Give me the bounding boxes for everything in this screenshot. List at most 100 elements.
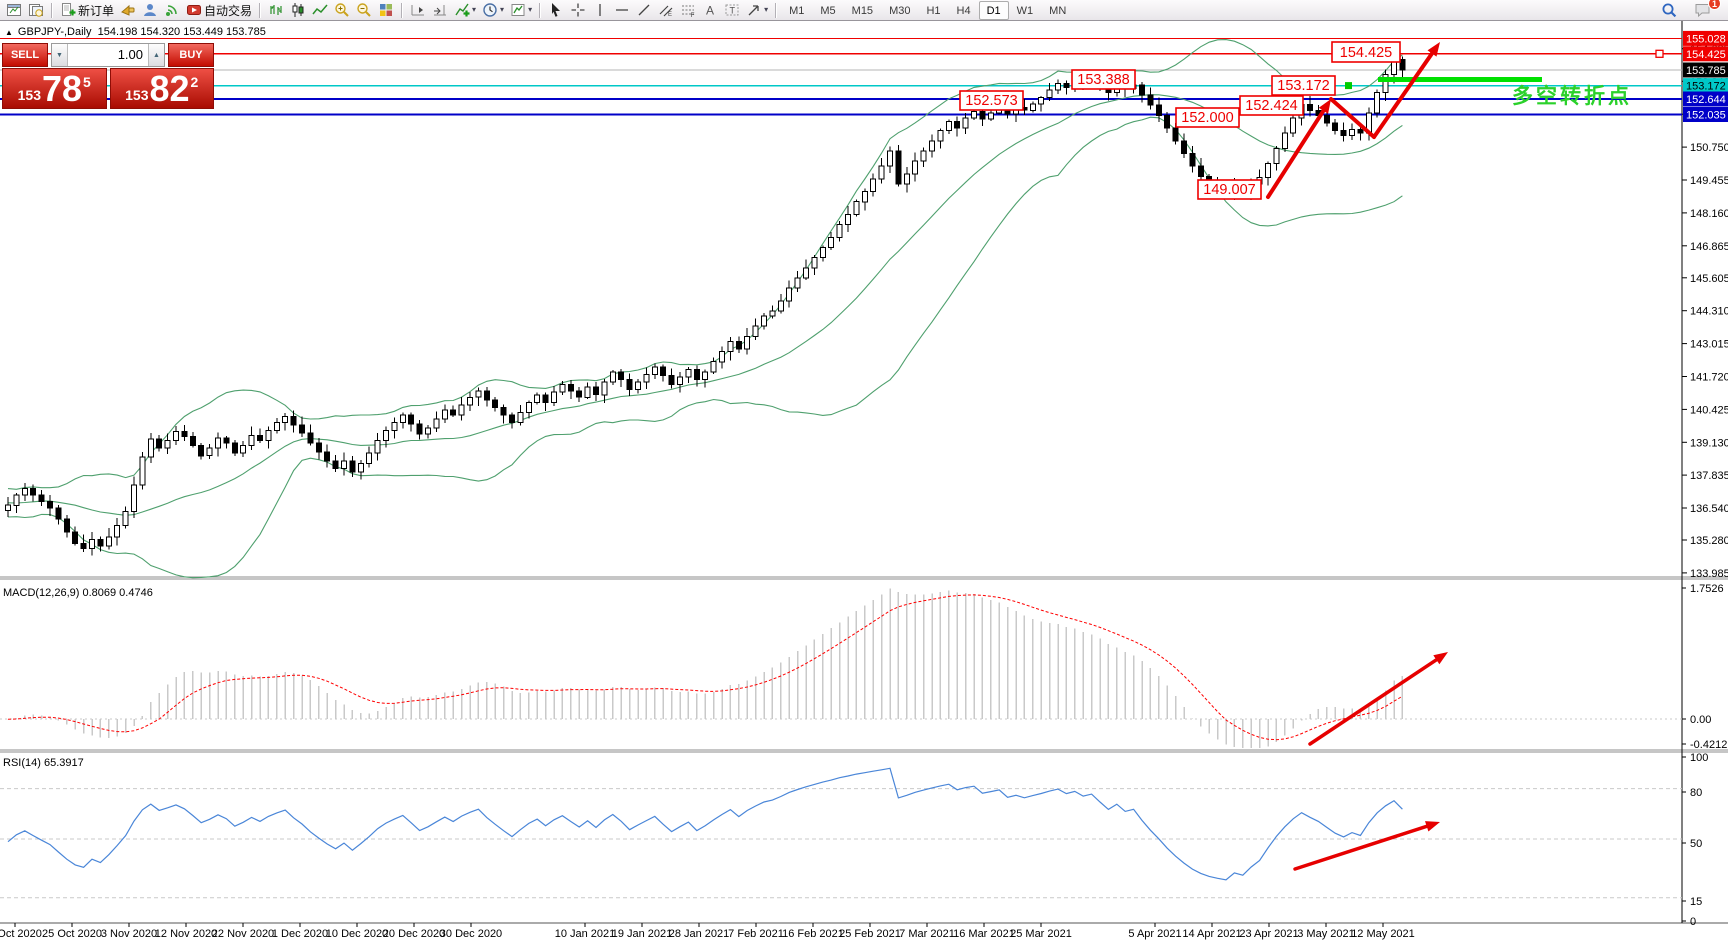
crosshair-icon xyxy=(570,2,586,18)
svg-text:153.785: 153.785 xyxy=(1686,65,1726,77)
timeframe-MN[interactable]: MN xyxy=(1041,1,1074,20)
autotrade-button[interactable]: 自动交易 xyxy=(183,1,255,20)
green-breakout-line[interactable] xyxy=(1378,77,1542,82)
add-indicator-button[interactable]: ▾ xyxy=(451,1,479,20)
zoom-out-icon xyxy=(356,2,372,18)
zoom-in-button[interactable] xyxy=(331,1,353,20)
svg-text:30 Dec 2020: 30 Dec 2020 xyxy=(440,928,502,940)
volume-increase-button[interactable]: ▲ xyxy=(148,44,164,66)
svg-text:25 Feb 2021: 25 Feb 2021 xyxy=(839,928,901,940)
notifications-button[interactable]: 1 xyxy=(1691,1,1715,20)
timeframe-D1[interactable]: D1 xyxy=(979,1,1009,20)
signals-button[interactable] xyxy=(161,1,183,20)
timeframe-W1[interactable]: W1 xyxy=(1009,1,1042,20)
label-tool-button[interactable]: T xyxy=(721,1,743,20)
chart-window-icon xyxy=(6,2,22,18)
timeframe-M1[interactable]: M1 xyxy=(781,1,812,20)
sell-price-base: 153 xyxy=(18,87,41,103)
person-icon xyxy=(142,2,158,18)
svg-text:25 Mar 2021: 25 Mar 2021 xyxy=(1010,928,1072,940)
history-center-button[interactable] xyxy=(117,1,139,20)
price-annotations[interactable]: 154.425153.388153.172152.573152.424152.0… xyxy=(960,42,1400,199)
cursor-tool-button[interactable] xyxy=(545,1,567,20)
sell-button[interactable]: SELL xyxy=(2,43,48,67)
line-handle[interactable] xyxy=(1345,82,1352,89)
svg-text:14 Apr 2021: 14 Apr 2021 xyxy=(1182,928,1241,940)
chevron-down-icon: ▾ xyxy=(528,6,532,14)
template-button[interactable]: ▾ xyxy=(507,1,535,20)
svg-text:22 Nov 2020: 22 Nov 2020 xyxy=(212,928,274,940)
chart-shift-icon xyxy=(432,2,448,18)
cursor-icon xyxy=(548,2,564,18)
timeframe-M30[interactable]: M30 xyxy=(881,1,918,20)
svg-text:148.160: 148.160 xyxy=(1690,208,1728,220)
svg-text:T: T xyxy=(730,6,736,16)
tile-windows-button[interactable] xyxy=(375,1,397,20)
buy-price-base: 153 xyxy=(125,87,148,103)
symbol-info-bar: ▲ GBPJPY-,Daily 154.198 154.320 153.449 … xyxy=(5,26,266,38)
svg-text:20 Dec 2020: 20 Dec 2020 xyxy=(383,928,445,940)
price-axis[interactable]: 154.625153.340152.045150.750149.455148.1… xyxy=(1682,31,1728,928)
svg-text:100: 100 xyxy=(1690,752,1708,764)
new-order-button[interactable]: 新订单 xyxy=(57,1,117,20)
sell-price-display[interactable]: 153 78 5 xyxy=(2,68,107,109)
arrow-shapes-icon xyxy=(746,2,762,18)
svg-text:5 Apr 2021: 5 Apr 2021 xyxy=(1128,928,1181,940)
candle-chart-mode-button[interactable] xyxy=(287,1,309,20)
community-button[interactable] xyxy=(139,1,161,20)
fibonacci-tool-button[interactable]: F xyxy=(677,1,699,20)
profiles-button[interactable] xyxy=(25,1,47,20)
timeframe-M15[interactable]: M15 xyxy=(844,1,881,20)
svg-text:152.644: 152.644 xyxy=(1686,94,1726,106)
text-tool-button[interactable]: A xyxy=(699,1,721,20)
candlestick-icon xyxy=(290,2,306,18)
timeframe-M5[interactable]: M5 xyxy=(812,1,843,20)
text-label-icon: T xyxy=(724,2,740,18)
horizontal-line-tool-button[interactable] xyxy=(611,1,633,20)
timeframe-H4[interactable]: H4 xyxy=(949,1,979,20)
period-button[interactable]: ▾ xyxy=(479,1,507,20)
time-axis[interactable]: 5 Oct 202025 Oct 20203 Nov 202012 Nov 20… xyxy=(0,923,1415,940)
macd-label: MACD(12,26,9) 0.8069 0.4746 xyxy=(3,587,153,599)
pane-separators[interactable] xyxy=(0,21,1728,923)
chart-shift-button[interactable] xyxy=(429,1,451,20)
buy-button[interactable]: BUY xyxy=(168,43,214,67)
svg-text:149.007: 149.007 xyxy=(1203,182,1255,198)
svg-text:149.455: 149.455 xyxy=(1690,175,1728,187)
zoom-out-button[interactable] xyxy=(353,1,375,20)
chart-canvas[interactable]: 多空转折点154.425153.388153.172152.573152.424… xyxy=(0,0,1728,941)
bar-chart-mode-button[interactable] xyxy=(265,1,287,20)
svg-text:133.985: 133.985 xyxy=(1690,568,1728,580)
vertical-line-tool-button[interactable] xyxy=(589,1,611,20)
arrows-tool-button[interactable]: ▾ xyxy=(743,1,771,20)
sell-price-pip: 5 xyxy=(83,74,91,90)
channel-tool-button[interactable]: E xyxy=(655,1,677,20)
trend-arrows[interactable] xyxy=(1268,42,1448,869)
svg-text:137.835: 137.835 xyxy=(1690,470,1728,482)
svg-text:7 Mar 2021: 7 Mar 2021 xyxy=(899,928,955,940)
crosshair-tool-button[interactable] xyxy=(567,1,589,20)
notification-badge: 1 xyxy=(1708,0,1721,10)
line-handle[interactable] xyxy=(1656,50,1663,57)
line-chart-mode-button[interactable] xyxy=(309,1,331,20)
auto-scroll-icon xyxy=(410,2,426,18)
svg-text:16 Feb 2021: 16 Feb 2021 xyxy=(782,928,844,940)
horizontal-line-icon xyxy=(614,2,630,18)
separator xyxy=(775,3,777,18)
volume-decrease-button[interactable]: ▼ xyxy=(52,44,68,66)
svg-text:-0.4212: -0.4212 xyxy=(1690,739,1727,751)
separator xyxy=(539,3,541,18)
trendline-tool-button[interactable] xyxy=(633,1,655,20)
auto-scroll-button[interactable] xyxy=(407,1,429,20)
fibonacci-icon: F xyxy=(680,2,696,18)
search-button[interactable] xyxy=(1658,1,1681,20)
svg-text:152.035: 152.035 xyxy=(1686,110,1726,122)
svg-text:144.310: 144.310 xyxy=(1690,306,1728,318)
signal-icon xyxy=(164,2,180,18)
separator xyxy=(51,3,53,18)
volume-input[interactable]: 1.00 xyxy=(68,44,148,66)
timeframe-H1[interactable]: H1 xyxy=(918,1,948,20)
new-chart-button[interactable] xyxy=(3,1,25,20)
buy-price-pip: 2 xyxy=(191,74,199,90)
buy-price-display[interactable]: 153 82 2 xyxy=(110,68,215,109)
